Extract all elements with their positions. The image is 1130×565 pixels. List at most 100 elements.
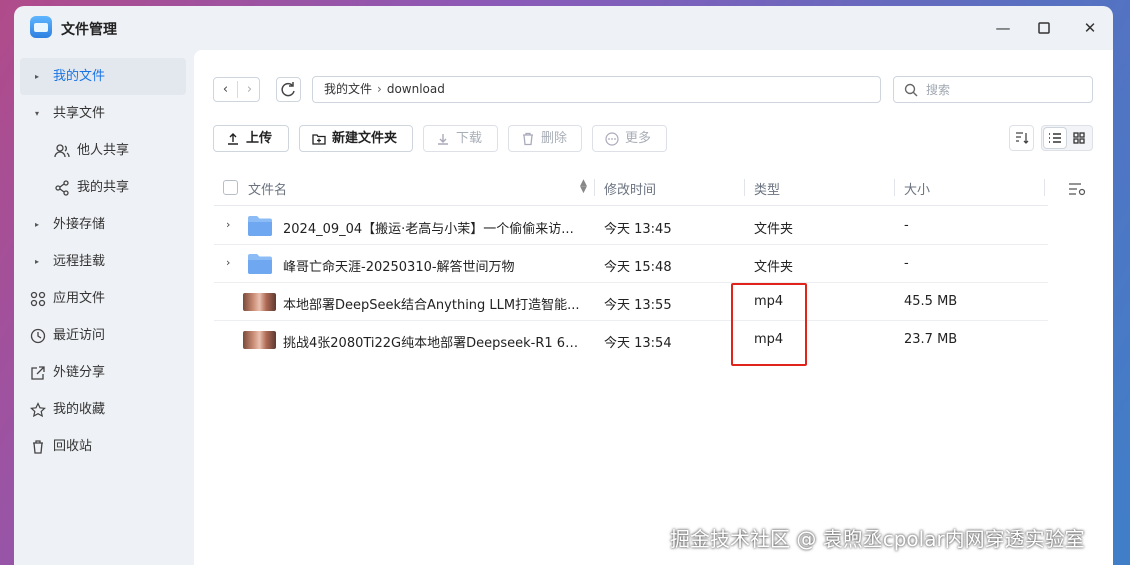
download-label: 下载 <box>456 131 483 146</box>
breadcrumb-item[interactable]: download <box>387 82 445 96</box>
sidebar-item-recent[interactable]: 最近访问 <box>20 317 186 354</box>
sidebar-item-label: 应用文件 <box>53 291 106 306</box>
sidebar-item-label: 外接存储 <box>53 217 106 232</box>
close-button[interactable]: ✕ <box>1080 18 1100 38</box>
file-size: 23.7 MB <box>904 332 958 347</box>
table-row[interactable]: 挑战4张2080Ti22G纯本地部署Deepseek-R1 67... 今天 1… <box>214 321 1048 359</box>
sidebar-item-label: 远程挂载 <box>53 254 106 269</box>
star-icon <box>30 402 46 418</box>
refresh-button[interactable] <box>276 77 301 102</box>
new-folder-icon <box>312 134 326 145</box>
upload-button[interactable]: 上传 <box>213 125 289 152</box>
sort-button[interactable] <box>1009 125 1034 151</box>
folder-icon <box>248 254 272 274</box>
breadcrumb[interactable]: 我的文件 › download <box>312 76 881 103</box>
column-settings-icon[interactable] <box>1068 181 1086 197</box>
share-icon <box>55 180 69 196</box>
column-name[interactable]: 文件名 <box>248 179 287 198</box>
users-icon <box>54 144 70 158</box>
highlight-box <box>731 283 807 366</box>
forward-button[interactable]: › <box>238 78 261 101</box>
caret-icon: ▸ <box>35 72 40 81</box>
download-button[interactable]: 下载 <box>423 125 498 152</box>
back-button[interactable]: ‹ <box>214 78 237 101</box>
sidebar-item-my-files[interactable]: ▸ 我的文件 <box>20 58 186 95</box>
sidebar-item-label: 外链分享 <box>53 365 106 380</box>
refresh-icon <box>281 82 295 97</box>
external-share-icon <box>31 366 45 380</box>
sidebar-item-favorites[interactable]: 我的收藏 <box>20 391 186 428</box>
list-view-button[interactable] <box>1044 128 1066 148</box>
file-size: 45.5 MB <box>904 294 958 309</box>
search-input[interactable] <box>926 81 1086 99</box>
sidebar-item-recycle-bin[interactable]: 回收站 <box>20 428 186 465</box>
column-type[interactable]: 类型 <box>754 179 780 198</box>
sidebar-item-external-storage[interactable]: ▸ 外接存储 <box>20 206 186 243</box>
watermark: 掘金技术社区 @ 袁煦丞cpolar内网穿透实验室 <box>670 527 1085 551</box>
minimize-button[interactable]: — <box>993 18 1013 38</box>
table-row[interactable]: › 峰哥亡命天涯-20250310-解答世间万物 今天 15:48 文件夹 - <box>214 245 1048 283</box>
sidebar-item-shared-files[interactable]: ▾ 共享文件 <box>20 95 186 132</box>
divider <box>894 179 895 196</box>
sidebar-item-label: 共享文件 <box>53 106 106 121</box>
chevron-right-icon[interactable]: › <box>226 256 230 269</box>
divider <box>744 179 745 196</box>
table-row[interactable]: 本地部署DeepSeek结合Anything LLM打造智能... 今天 13:… <box>214 283 1048 321</box>
sort-arrows-icon[interactable]: ▲ ▼ <box>580 179 587 195</box>
divider <box>594 179 595 196</box>
file-name: 本地部署DeepSeek结合Anything LLM打造智能... <box>283 298 580 313</box>
sidebar-item-my-shares[interactable]: 我的共享 <box>20 169 186 206</box>
table-row[interactable]: › 2024_09_04【搬运·老高与小茉】一个偷偷来访... 今天 13:45… <box>214 207 1048 245</box>
sidebar-item-label: 我的共享 <box>77 180 130 195</box>
sidebar-item-label: 我的文件 <box>53 69 106 84</box>
chevron-right-icon[interactable]: › <box>226 218 230 231</box>
file-name: 峰哥亡命天涯-20250310-解答世间万物 <box>283 260 515 275</box>
caret-down-icon: ▾ <box>35 109 40 118</box>
folder-app-icon <box>30 16 52 38</box>
sidebar-item-label: 他人共享 <box>77 143 130 158</box>
grid-view-button[interactable] <box>1068 128 1090 148</box>
breadcrumb-item[interactable]: 我的文件 <box>324 82 372 96</box>
view-switcher <box>1041 125 1093 151</box>
sidebar-item-app-files[interactable]: 应用文件 <box>20 280 186 317</box>
caret-icon: ▸ <box>35 220 40 229</box>
column-size[interactable]: 大小 <box>904 179 930 198</box>
sidebar-item-label: 最近访问 <box>53 328 106 343</box>
column-modified[interactable]: 修改时间 <box>604 179 656 198</box>
history-nav: ‹ › <box>213 77 260 102</box>
trash-icon <box>523 132 533 146</box>
title-bar: 文件管理 — ✕ <box>14 6 1113 50</box>
modified-time: 今天 15:48 <box>604 260 672 275</box>
file-size: - <box>904 218 909 233</box>
file-name: 挑战4张2080Ti22G纯本地部署Deepseek-R1 67... <box>283 336 583 351</box>
new-folder-button[interactable]: 新建文件夹 <box>299 125 413 152</box>
grid-icon <box>1073 132 1085 144</box>
maximize-button[interactable] <box>1034 18 1054 38</box>
search-icon <box>904 83 918 97</box>
upload-icon <box>228 133 238 145</box>
main-panel: ‹ › 我的文件 › download 上传 新建文件夹 下载 删除 <box>194 50 1113 565</box>
search-box <box>893 76 1093 103</box>
sidebar-item-external-links[interactable]: 外链分享 <box>20 354 186 391</box>
video-thumbnail <box>243 293 276 311</box>
more-button[interactable]: 更多 <box>592 125 667 152</box>
sidebar-item-shared-with-me[interactable]: 他人共享 <box>20 132 186 169</box>
divider <box>1044 179 1045 196</box>
apps-icon <box>30 291 46 307</box>
upload-label: 上传 <box>246 131 273 146</box>
file-name: 2024_09_04【搬运·老高与小茉】一个偷偷来访... <box>283 222 574 237</box>
select-all-checkbox[interactable] <box>223 180 238 195</box>
table-header: 文件名 ▲ ▼ 修改时间 类型 大小 <box>214 169 1048 206</box>
sidebar: ▸ 我的文件 ▾ 共享文件 他人共享 我的共享 ▸ 外接存储 ▸ 远程挂载 应用… <box>20 58 186 465</box>
file-size: - <box>904 256 909 271</box>
modified-time: 今天 13:54 <box>604 336 672 351</box>
more-icon <box>605 132 619 146</box>
chevron-right-icon: › <box>377 82 382 96</box>
file-type: 文件夹 <box>754 222 794 237</box>
trash-icon <box>33 440 43 454</box>
sidebar-item-remote-mount[interactable]: ▸ 远程挂载 <box>20 243 186 280</box>
clock-icon <box>30 328 46 344</box>
delete-button[interactable]: 删除 <box>508 125 582 152</box>
video-thumbnail <box>243 331 276 349</box>
sidebar-item-label: 回收站 <box>53 439 93 454</box>
